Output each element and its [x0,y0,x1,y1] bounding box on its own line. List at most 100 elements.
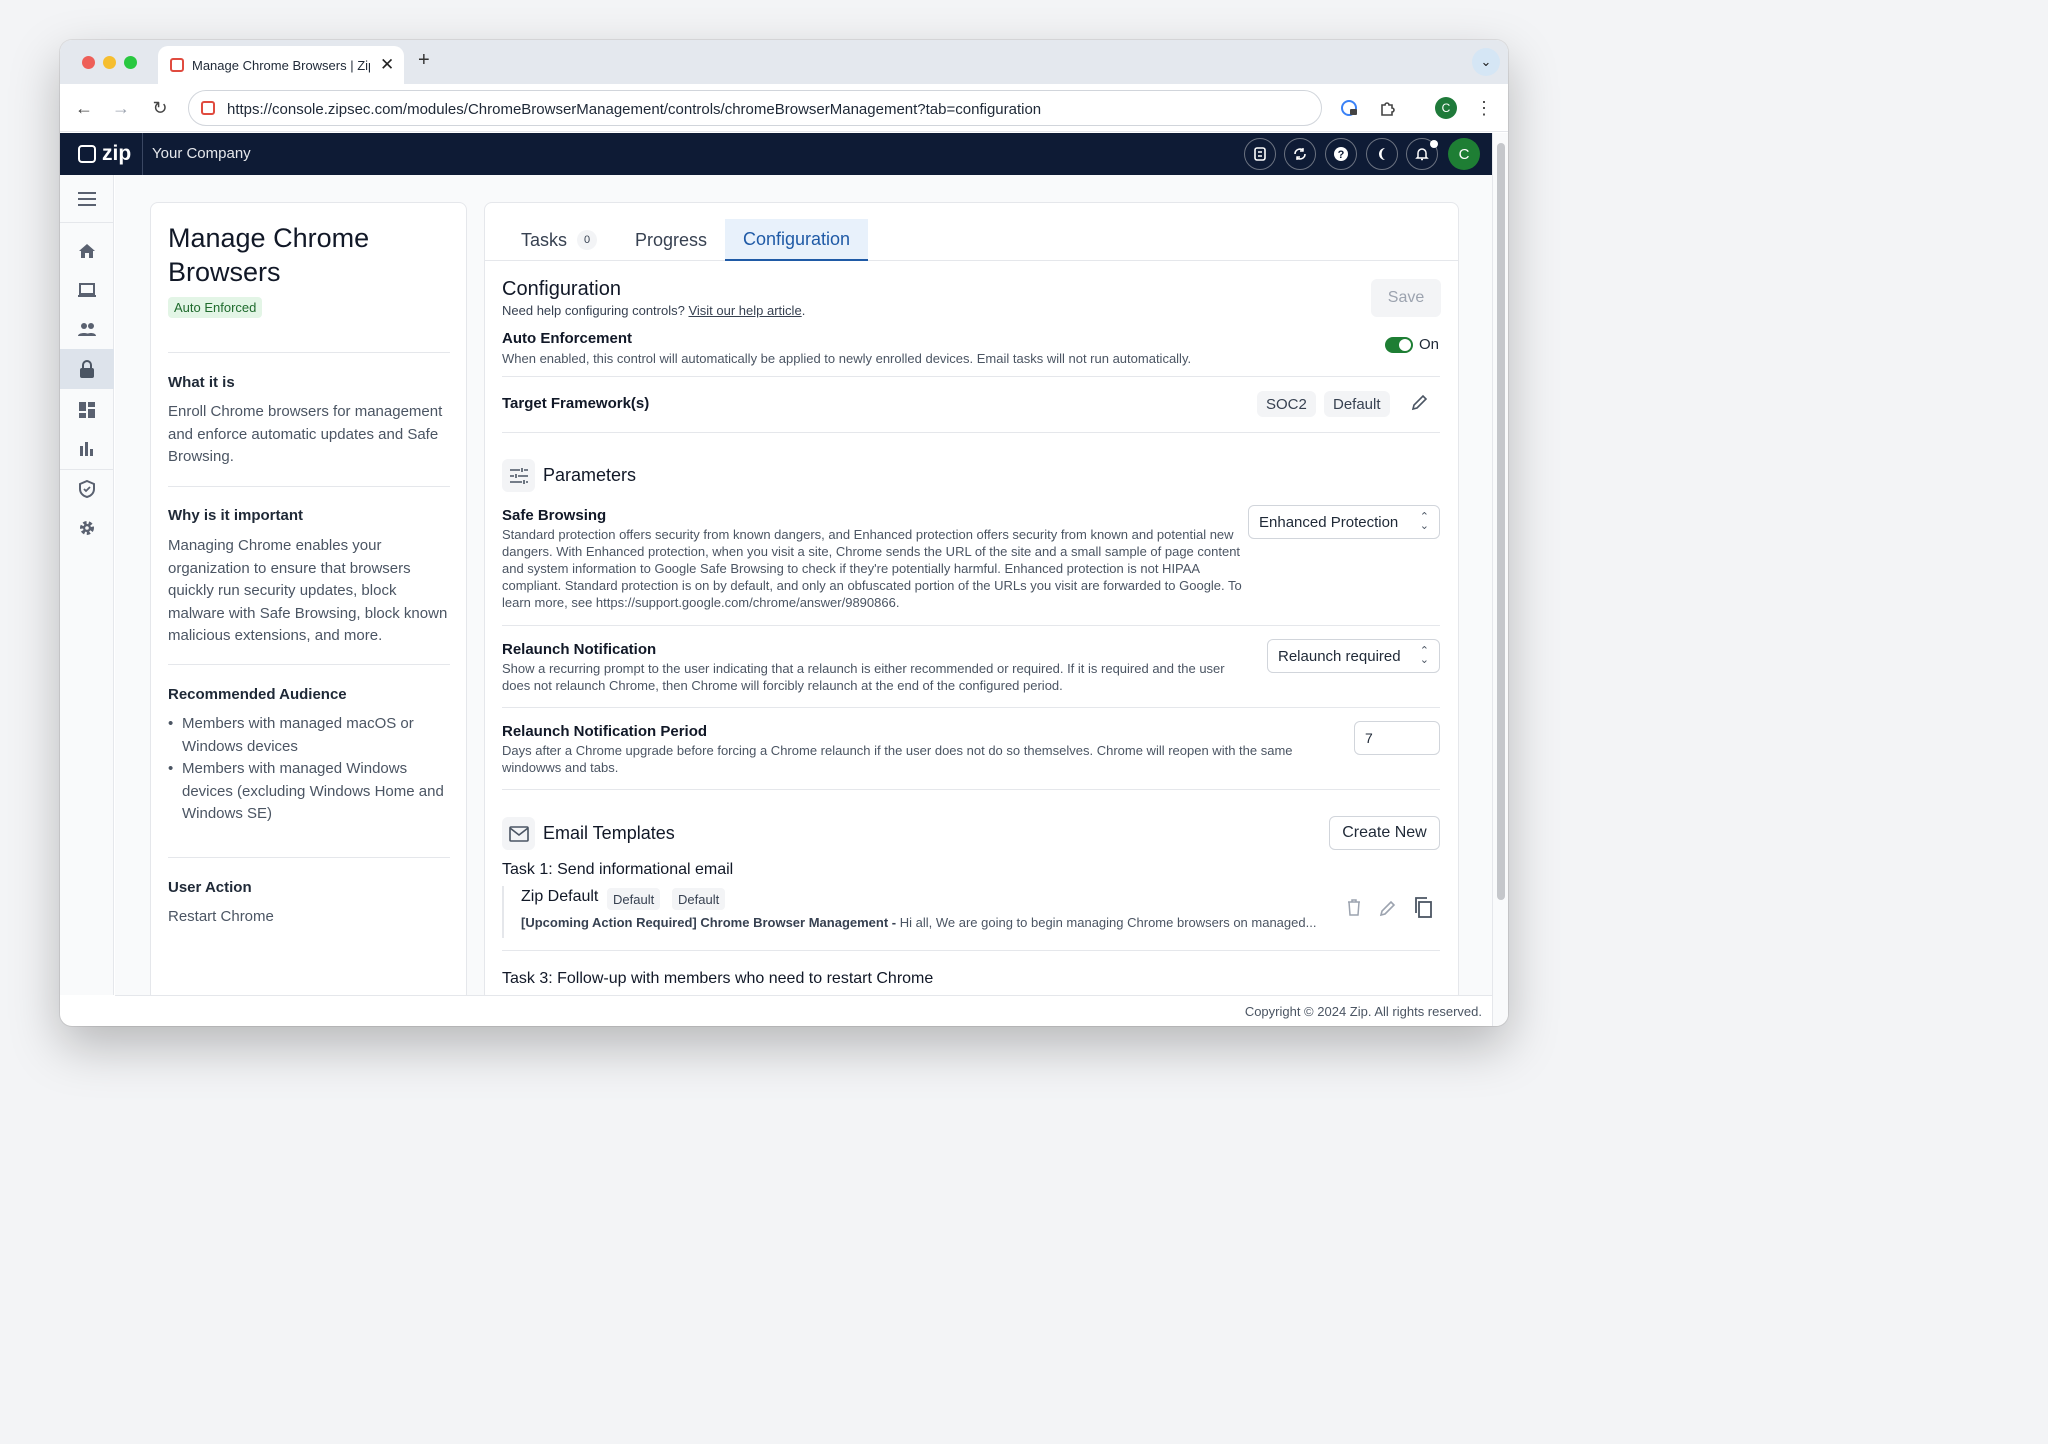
bar-chart-icon[interactable] [60,430,114,468]
user-action-text: Restart Chrome [168,908,274,925]
parameters-section-header: Parameters [502,459,636,492]
zip-logo-icon [78,145,96,163]
address-bar[interactable]: https://console.zipsec.com/modules/Chrom… [188,90,1322,126]
tab-configuration[interactable]: Configuration [725,219,869,261]
delete-icon[interactable] [1346,898,1362,921]
relaunch-notification-select[interactable]: Relaunch required ⌃ ⌄ [1267,639,1440,673]
reload-button[interactable]: ↻ [146,94,174,122]
zip-favicon-icon [170,58,184,72]
relaunch-period-description: Days after a Chrome upgrade before forci… [502,743,1293,775]
minimize-window-button[interactable] [103,56,116,69]
task-3-title: Task 3: Follow-up with members who need … [502,970,934,987]
app-header: zip Your Company ? C [60,133,1492,175]
configuration-heading: Configuration [502,278,621,300]
password-manager-icon[interactable] [1335,94,1363,122]
notification-indicator [1430,140,1438,148]
save-button[interactable]: Save [1371,279,1441,317]
tune-icon [502,459,535,492]
create-new-button[interactable]: Create New [1329,816,1440,850]
divider [502,950,1440,951]
safe-browsing-description: Standard protection offers security from… [502,527,1242,610]
browser-tab[interactable]: Manage Chrome Browsers | Zip ✕ [158,46,404,84]
status-badge: Auto Enforced [168,297,263,318]
url-text: https://console.zipsec.com/modules/Chrom… [227,101,1042,118]
divider [502,707,1440,708]
home-icon[interactable] [60,232,114,270]
what-it-is-text: Enroll Chrome browsers for management an… [168,403,443,465]
email-template-row[interactable]: Zip Default Default Default [Upcoming Ac… [502,886,1440,938]
tab-configuration-label: Configuration [743,228,851,249]
relaunch-notification-title: Relaunch Notification [502,641,657,658]
why-important-heading: Why is it important [168,507,303,524]
auto-enforcement-title: Auto Enforcement [502,330,633,347]
zip-logo[interactable]: zip [78,142,131,166]
sidebar-nav [60,175,114,995]
edit-template-icon[interactable] [1378,898,1398,923]
auto-enforcement-toggle[interactable] [1385,337,1413,353]
scrollbar-thumb[interactable] [1497,143,1505,900]
help-icon[interactable]: ? [1325,138,1357,170]
profile-icon[interactable]: C [1432,94,1460,122]
laptop-icon[interactable] [60,271,114,309]
template-badge: Default [607,888,661,910]
user-action-heading: User Action [168,879,252,896]
tab-title: Manage Chrome Browsers | Zip [192,58,370,73]
close-tab-icon[interactable]: ✕ [380,55,394,75]
page-title: Manage Chrome Browsers [168,223,370,287]
company-name: Your Company [142,133,251,175]
tab-progress[interactable]: Progress [616,219,726,261]
dark-mode-icon[interactable] [1366,138,1398,170]
browser-toolbar: ← → ↻ https://console.zipsec.com/modules… [60,84,1508,132]
list-item: Members with managed macOS or Windows de… [168,713,453,758]
edit-frameworks-icon[interactable] [1410,392,1430,417]
help-text: Need help configuring controls? Visit ou… [502,303,806,318]
relaunch-notification-description: Show a recurring prompt to the user indi… [502,661,1225,693]
people-icon[interactable] [60,310,114,348]
parameters-heading: Parameters [543,465,637,485]
control-info-card: Manage Chrome Browsers Auto Enforced Wha… [150,202,467,1002]
tab-tasks-label: Tasks [521,229,568,250]
divider [502,625,1440,626]
tab-progress-label: Progress [635,229,708,250]
dashboard-icon[interactable] [60,391,114,429]
forward-button[interactable]: → [107,94,135,122]
audience-heading: Recommended Audience [168,686,347,703]
safe-browsing-select[interactable]: Enhanced Protection ⌃ ⌄ [1248,505,1440,539]
page-content: Manage Chrome Browsers Auto Enforced Wha… [115,175,1492,1002]
zoom-window-button[interactable] [124,56,137,69]
menu-icon[interactable] [60,180,114,218]
scan-icon[interactable] [1244,138,1276,170]
browser-menu-icon[interactable]: ⋮ [1470,94,1498,122]
new-tab-button[interactable]: + [418,49,430,72]
divider [168,857,450,858]
relaunch-period-value: 7 [1365,730,1373,746]
divider [168,352,450,353]
select-chevron-icon: ⌃ ⌄ [1419,511,1429,532]
extensions-icon[interactable] [1374,94,1402,122]
tasks-count-badge: 0 [577,230,598,250]
template-name: Zip Default [521,888,599,905]
relaunch-period-title: Relaunch Notification Period [502,723,708,740]
user-avatar[interactable]: C [1448,138,1480,170]
gear-icon[interactable] [60,509,114,547]
tab-search-button[interactable]: ⌄ [1472,48,1500,76]
divider [168,486,450,487]
what-it-is-heading: What it is [168,374,235,391]
shield-icon[interactable] [60,470,114,508]
lock-icon[interactable] [60,349,114,389]
sync-icon[interactable] [1284,138,1316,170]
site-info-icon[interactable] [201,101,215,115]
logo-text: zip [102,142,132,165]
back-button[interactable]: ← [70,94,98,122]
configuration-card: Tasks 0 Progress Configuration Configura… [484,202,1459,1002]
framework-chip: Default [1324,391,1390,417]
relaunch-period-input[interactable]: 7 [1354,721,1440,755]
copy-icon[interactable] [1412,896,1434,923]
help-article-link[interactable]: Visit our help article [688,303,801,318]
tab-strip: Manage Chrome Browsers | Zip ✕ + ⌄ [60,40,1508,84]
divider [168,664,450,665]
tab-tasks[interactable]: Tasks 0 [502,219,616,261]
close-window-button[interactable] [82,56,95,69]
framework-chip: SOC2 [1257,391,1316,417]
page-scrollbar[interactable] [1492,133,1508,1026]
